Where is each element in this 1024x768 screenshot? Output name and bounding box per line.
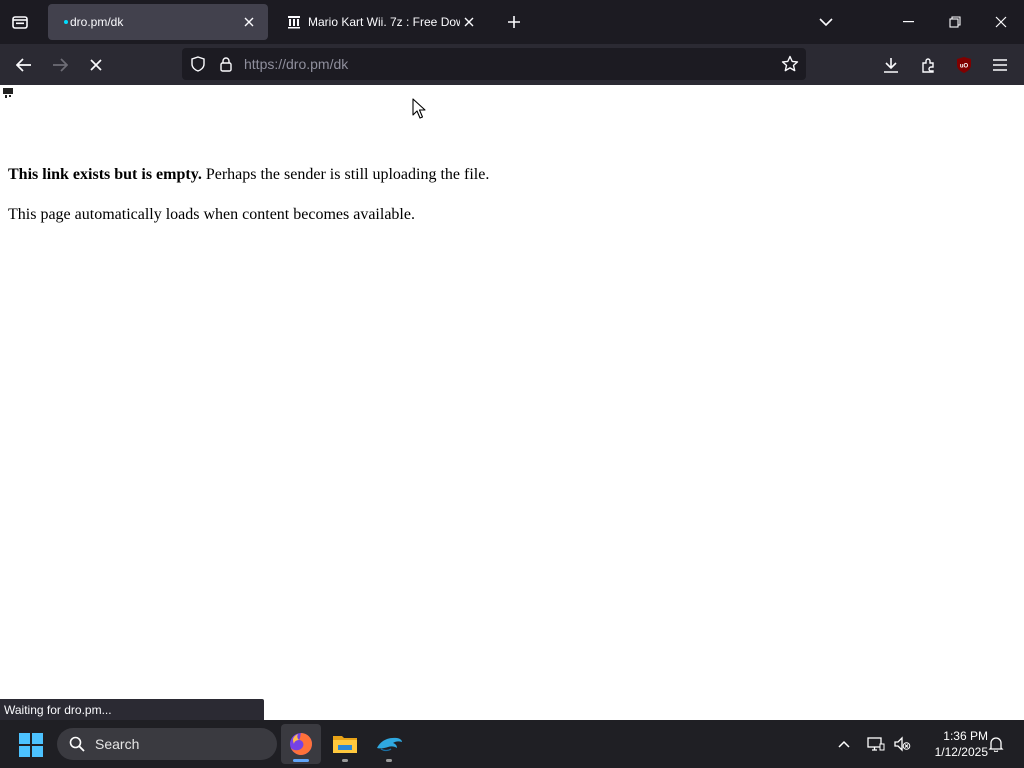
tab-title: Mario Kart Wii. 7z : Free Download [308,15,460,29]
running-indicator [342,759,348,762]
dolphin-emulator-icon[interactable] [369,724,409,764]
close-icon[interactable] [460,13,478,31]
mouse-cursor-icon [412,98,426,119]
notification-bell-icon[interactable] [984,732,1008,756]
empty-link-message: This link exists but is empty. Perhaps t… [8,166,489,184]
tab-mario-kart[interactable]: Mario Kart Wii. 7z : Free Download [276,4,488,40]
new-tab-button[interactable] [504,12,524,32]
menu-hamburger-icon[interactable] [987,52,1013,78]
network-icon[interactable] [864,732,888,756]
forward-arrow-icon[interactable] [47,52,73,78]
svg-text:uO: uO [960,64,969,70]
clock-date: 1/12/2025 [934,745,988,759]
close-window-button[interactable] [978,0,1024,44]
search-icon [67,734,87,754]
running-indicator [386,759,392,762]
lock-icon[interactable] [212,48,240,80]
chevron-down-icon[interactable] [816,12,836,32]
tab-title: dro.pm/dk [70,15,124,29]
firefox-view-icon[interactable] [8,10,32,34]
minimize-button[interactable] [886,0,932,44]
clock-time: 1:36 PM [943,729,988,743]
system-clock[interactable]: 1:36 PM 1/12/2025 [918,728,988,760]
archive-org-icon [286,14,302,30]
status-bar: Waiting for dro.pm... [0,699,264,721]
taskbar: Search 1:36 PM 1/12/2025 [0,720,1024,768]
navigation-toolbar: https://dro.pm/dk uO [0,44,1024,85]
active-indicator [293,759,309,762]
loading-dot-icon [64,20,68,24]
stop-icon[interactable] [83,52,109,78]
url-bar[interactable]: https://dro.pm/dk [182,48,806,80]
windows-start-icon[interactable] [18,732,44,758]
page-content: This link exists but is empty. Perhaps t… [0,85,1024,720]
close-icon[interactable] [240,13,258,31]
restore-button[interactable] [932,0,978,44]
download-icon[interactable] [878,52,904,78]
taskbar-search[interactable]: Search [57,728,277,760]
ublock-origin-icon[interactable]: uO [951,52,977,78]
tab-dro-pm[interactable]: dro.pm/dk [48,4,268,40]
search-label: Search [95,736,140,752]
broken-image-icon [3,88,13,98]
file-explorer-icon[interactable] [325,724,365,764]
empty-link-heading: This link exists but is empty. [8,166,202,183]
firefox-taskbar-icon[interactable] [281,724,321,764]
tab-strip: dro.pm/dk Mario Kart Wii. 7z : Free Down… [0,0,1024,44]
extensions-icon[interactable] [915,52,941,78]
auto-load-message: This page automatically loads when conte… [8,206,415,223]
back-arrow-icon[interactable] [11,52,37,78]
url-text[interactable]: https://dro.pm/dk [240,56,774,72]
chevron-up-icon[interactable] [832,732,856,756]
empty-link-detail: Perhaps the sender is still uploading th… [201,166,490,183]
star-icon[interactable] [774,48,806,80]
shield-icon[interactable] [184,48,212,80]
volume-muted-icon[interactable] [890,732,914,756]
